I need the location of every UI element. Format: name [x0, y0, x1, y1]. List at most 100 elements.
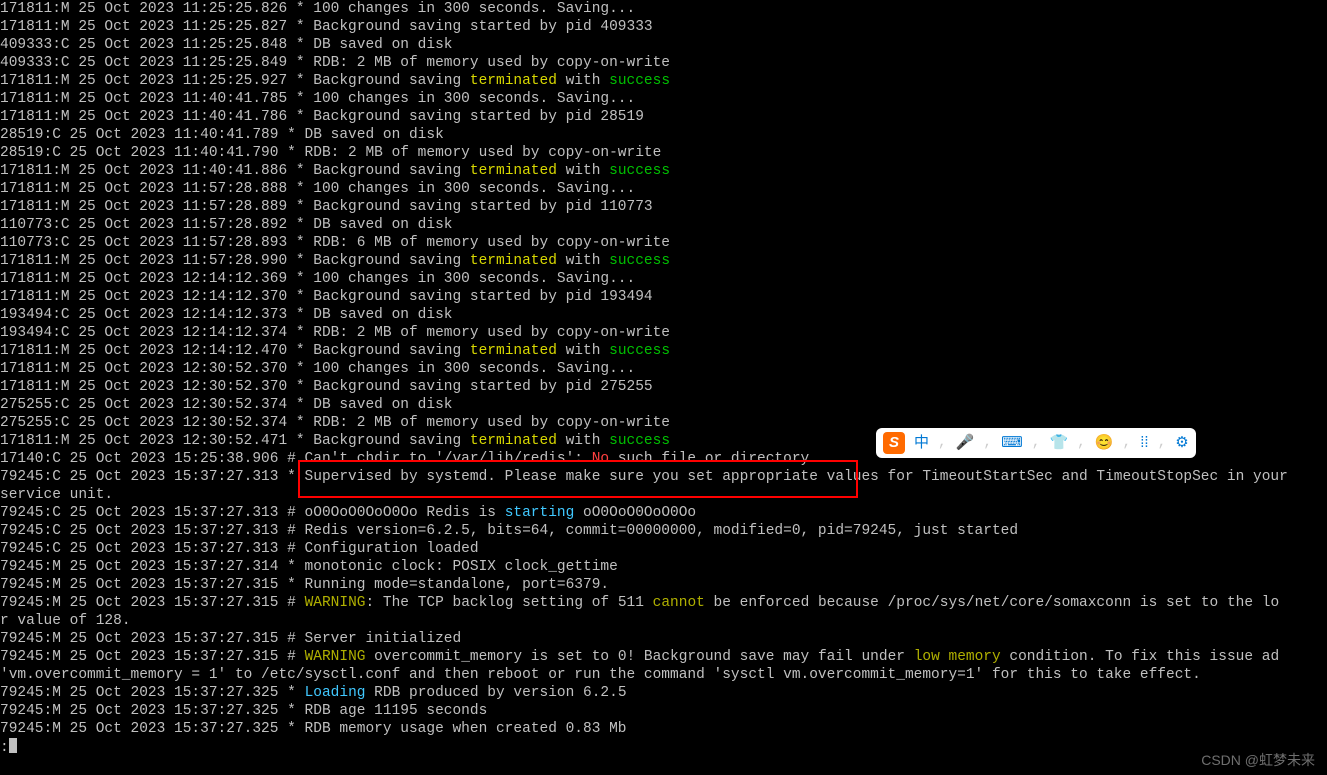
- log-line: 171811:M 25 Oct 2023 12:14:12.470 * Back…: [0, 342, 1327, 360]
- log-text: WARNING: [305, 595, 366, 611]
- log-text: cannot: [653, 595, 705, 611]
- log-text: success: [609, 163, 670, 179]
- log-text: 171811:M 25 Oct 2023 11:25:25.927 * Back…: [0, 73, 470, 89]
- log-text: success: [609, 343, 670, 359]
- ime-logo-icon[interactable]: S: [883, 432, 905, 454]
- log-line: 28519:C 25 Oct 2023 11:40:41.789 * DB sa…: [0, 126, 1327, 144]
- log-text: 171811:M 25 Oct 2023 12:30:52.471 * Back…: [0, 433, 470, 449]
- log-text: with: [557, 163, 609, 179]
- log-line: 275255:C 25 Oct 2023 12:30:52.374 * DB s…: [0, 396, 1327, 414]
- log-line: service unit.: [0, 486, 1327, 504]
- log-text: 171811:M 25 Oct 2023 12:30:52.370 * 100 …: [0, 361, 635, 377]
- prompt-line[interactable]: :: [0, 738, 1327, 757]
- log-text: oO0OoO0OoO0Oo: [574, 505, 696, 521]
- log-text: 17140:C 25 Oct 2023 15:25:38.906 # Can't…: [0, 451, 592, 467]
- log-text: 110773:C 25 Oct 2023 11:57:28.893 * RDB:…: [0, 235, 670, 251]
- log-text: 171811:M 25 Oct 2023 11:40:41.785 * 100 …: [0, 91, 635, 107]
- log-text: 79245:M 25 Oct 2023 15:37:27.315 # Serve…: [0, 631, 461, 647]
- ime-mic-icon[interactable]: 🎤: [956, 434, 975, 452]
- log-line: 171811:M 25 Oct 2023 11:57:28.990 * Back…: [0, 252, 1327, 270]
- log-text: starting: [505, 505, 575, 521]
- log-text: 79245:M 25 Oct 2023 15:37:27.314 * monot…: [0, 559, 618, 575]
- log-text: 193494:C 25 Oct 2023 12:14:12.374 * RDB:…: [0, 325, 670, 341]
- log-line: 79245:C 25 Oct 2023 15:37:27.313 # Confi…: [0, 540, 1327, 558]
- ime-smile-icon[interactable]: 😊: [1095, 434, 1114, 452]
- log-text: 79245:M 25 Oct 2023 15:37:27.315 #: [0, 649, 305, 665]
- log-text: 79245:C 25 Oct 2023 15:37:27.313 # oO0Oo…: [0, 505, 505, 521]
- log-text: overcommit_memory is set to 0! Backgroun…: [365, 649, 913, 665]
- watermark: CSDN @虹梦未来: [1201, 751, 1315, 769]
- log-line: 171811:M 25 Oct 2023 11:40:41.886 * Back…: [0, 162, 1327, 180]
- log-line: 171811:M 25 Oct 2023 12:14:12.369 * 100 …: [0, 270, 1327, 288]
- log-line: 171811:M 25 Oct 2023 11:25:25.927 * Back…: [0, 72, 1327, 90]
- ime-grid-icon[interactable]: ⁞⁞: [1140, 434, 1148, 452]
- log-text: service unit.: [0, 487, 113, 503]
- log-text: 171811:M 25 Oct 2023 11:25:25.827 * Back…: [0, 19, 653, 35]
- log-text: 'vm.overcommit_memory = 1' to /etc/sysct…: [0, 667, 1201, 683]
- log-line: 171811:M 25 Oct 2023 11:57:28.888 * 100 …: [0, 180, 1327, 198]
- log-text: success: [609, 73, 670, 89]
- log-text: WARNING: [305, 649, 366, 665]
- log-line: 171811:M 25 Oct 2023 11:40:41.785 * 100 …: [0, 90, 1327, 108]
- log-text: 171811:M 25 Oct 2023 12:14:12.369 * 100 …: [0, 271, 635, 287]
- log-text: be enforced because /proc/sys/net/core/s…: [705, 595, 1279, 611]
- log-text: 79245:M 25 Oct 2023 15:37:27.315 * Runni…: [0, 577, 609, 593]
- log-line: 79245:M 25 Oct 2023 15:37:27.325 * Loadi…: [0, 684, 1327, 702]
- log-text: success: [609, 253, 670, 269]
- log-text: with: [557, 73, 609, 89]
- log-text: 171811:M 25 Oct 2023 11:40:41.786 * Back…: [0, 109, 644, 125]
- log-line: 409333:C 25 Oct 2023 11:25:25.848 * DB s…: [0, 36, 1327, 54]
- log-text: 79245:C 25 Oct 2023 15:37:27.313 # Confi…: [0, 541, 479, 557]
- log-text: 171811:M 25 Oct 2023 11:25:25.826 * 100 …: [0, 1, 635, 17]
- log-line: 79245:M 25 Oct 2023 15:37:27.315 * Runni…: [0, 576, 1327, 594]
- log-text: 79245:C 25 Oct 2023 15:37:27.313 # Redis…: [0, 523, 1018, 539]
- log-text: 171811:M 25 Oct 2023 11:57:28.990 * Back…: [0, 253, 470, 269]
- log-line: 79245:M 25 Oct 2023 15:37:27.315 # Serve…: [0, 630, 1327, 648]
- log-line: 171811:M 25 Oct 2023 11:25:25.827 * Back…: [0, 18, 1327, 36]
- log-line: 79245:M 25 Oct 2023 15:37:27.314 * monot…: [0, 558, 1327, 576]
- log-line: 79245:C 25 Oct 2023 15:37:27.313 * Super…: [0, 468, 1327, 486]
- log-text: 79245:M 25 Oct 2023 15:37:27.315 #: [0, 595, 305, 611]
- log-text: success: [609, 433, 670, 449]
- log-text: 79245:M 25 Oct 2023 15:37:27.325 * RDB a…: [0, 703, 487, 719]
- log-line: 'vm.overcommit_memory = 1' to /etc/sysct…: [0, 666, 1327, 684]
- log-text: 171811:M 25 Oct 2023 12:14:12.470 * Back…: [0, 343, 470, 359]
- log-line: 171811:M 25 Oct 2023 12:14:12.370 * Back…: [0, 288, 1327, 306]
- log-line: r value of 128.: [0, 612, 1327, 630]
- log-text: terminated: [470, 253, 557, 269]
- terminal-output[interactable]: 171811:M 25 Oct 2023 11:25:25.826 * 100 …: [0, 0, 1327, 738]
- log-line: 193494:C 25 Oct 2023 12:14:12.373 * DB s…: [0, 306, 1327, 324]
- log-line: 79245:C 25 Oct 2023 15:37:27.313 # Redis…: [0, 522, 1327, 540]
- log-line: 79245:M 25 Oct 2023 15:37:27.315 # WARNI…: [0, 648, 1327, 666]
- log-text: with: [557, 343, 609, 359]
- log-line: 79245:M 25 Oct 2023 15:37:27.325 * RDB m…: [0, 720, 1327, 738]
- log-text: 409333:C 25 Oct 2023 11:25:25.848 * DB s…: [0, 37, 452, 53]
- log-text: terminated: [470, 73, 557, 89]
- ime-lang-icon[interactable]: 中: [914, 434, 929, 452]
- log-text: low memory: [914, 649, 1001, 665]
- log-text: with: [557, 253, 609, 269]
- log-line: 28519:C 25 Oct 2023 11:40:41.790 * RDB: …: [0, 144, 1327, 162]
- log-text: 171811:M 25 Oct 2023 11:40:41.886 * Back…: [0, 163, 470, 179]
- log-line: 79245:M 25 Oct 2023 15:37:27.325 * RDB a…: [0, 702, 1327, 720]
- log-text: 79245:M 25 Oct 2023 15:37:27.325 * RDB m…: [0, 721, 627, 737]
- ime-keyboard-icon[interactable]: ⌨: [1001, 434, 1023, 452]
- log-text: 275255:C 25 Oct 2023 12:30:52.374 * RDB:…: [0, 415, 670, 431]
- log-line: 110773:C 25 Oct 2023 11:57:28.892 * DB s…: [0, 216, 1327, 234]
- prompt-char: :: [0, 740, 9, 756]
- log-text: No: [592, 451, 609, 467]
- log-line: 171811:M 25 Oct 2023 11:40:41.786 * Back…: [0, 108, 1327, 126]
- cursor: [9, 738, 17, 753]
- ime-gear-icon[interactable]: ⚙: [1175, 434, 1188, 452]
- log-text: terminated: [470, 163, 557, 179]
- log-line: 79245:C 25 Oct 2023 15:37:27.313 # oO0Oo…: [0, 504, 1327, 522]
- log-line: 193494:C 25 Oct 2023 12:14:12.374 * RDB:…: [0, 324, 1327, 342]
- log-text: r value of 128.: [0, 613, 131, 629]
- log-text: with: [557, 433, 609, 449]
- log-line: 79245:M 25 Oct 2023 15:37:27.315 # WARNI…: [0, 594, 1327, 612]
- log-text: 171811:M 25 Oct 2023 12:14:12.370 * Back…: [0, 289, 653, 305]
- ime-shirt-icon[interactable]: 👕: [1049, 434, 1068, 452]
- log-text: 275255:C 25 Oct 2023 12:30:52.374 * DB s…: [0, 397, 452, 413]
- log-text: : The TCP backlog setting of 511: [365, 595, 652, 611]
- ime-toolbar[interactable]: S 中 , 🎤 , ⌨ , 👕 , 😊 , ⁞⁞ , ⚙: [876, 428, 1196, 458]
